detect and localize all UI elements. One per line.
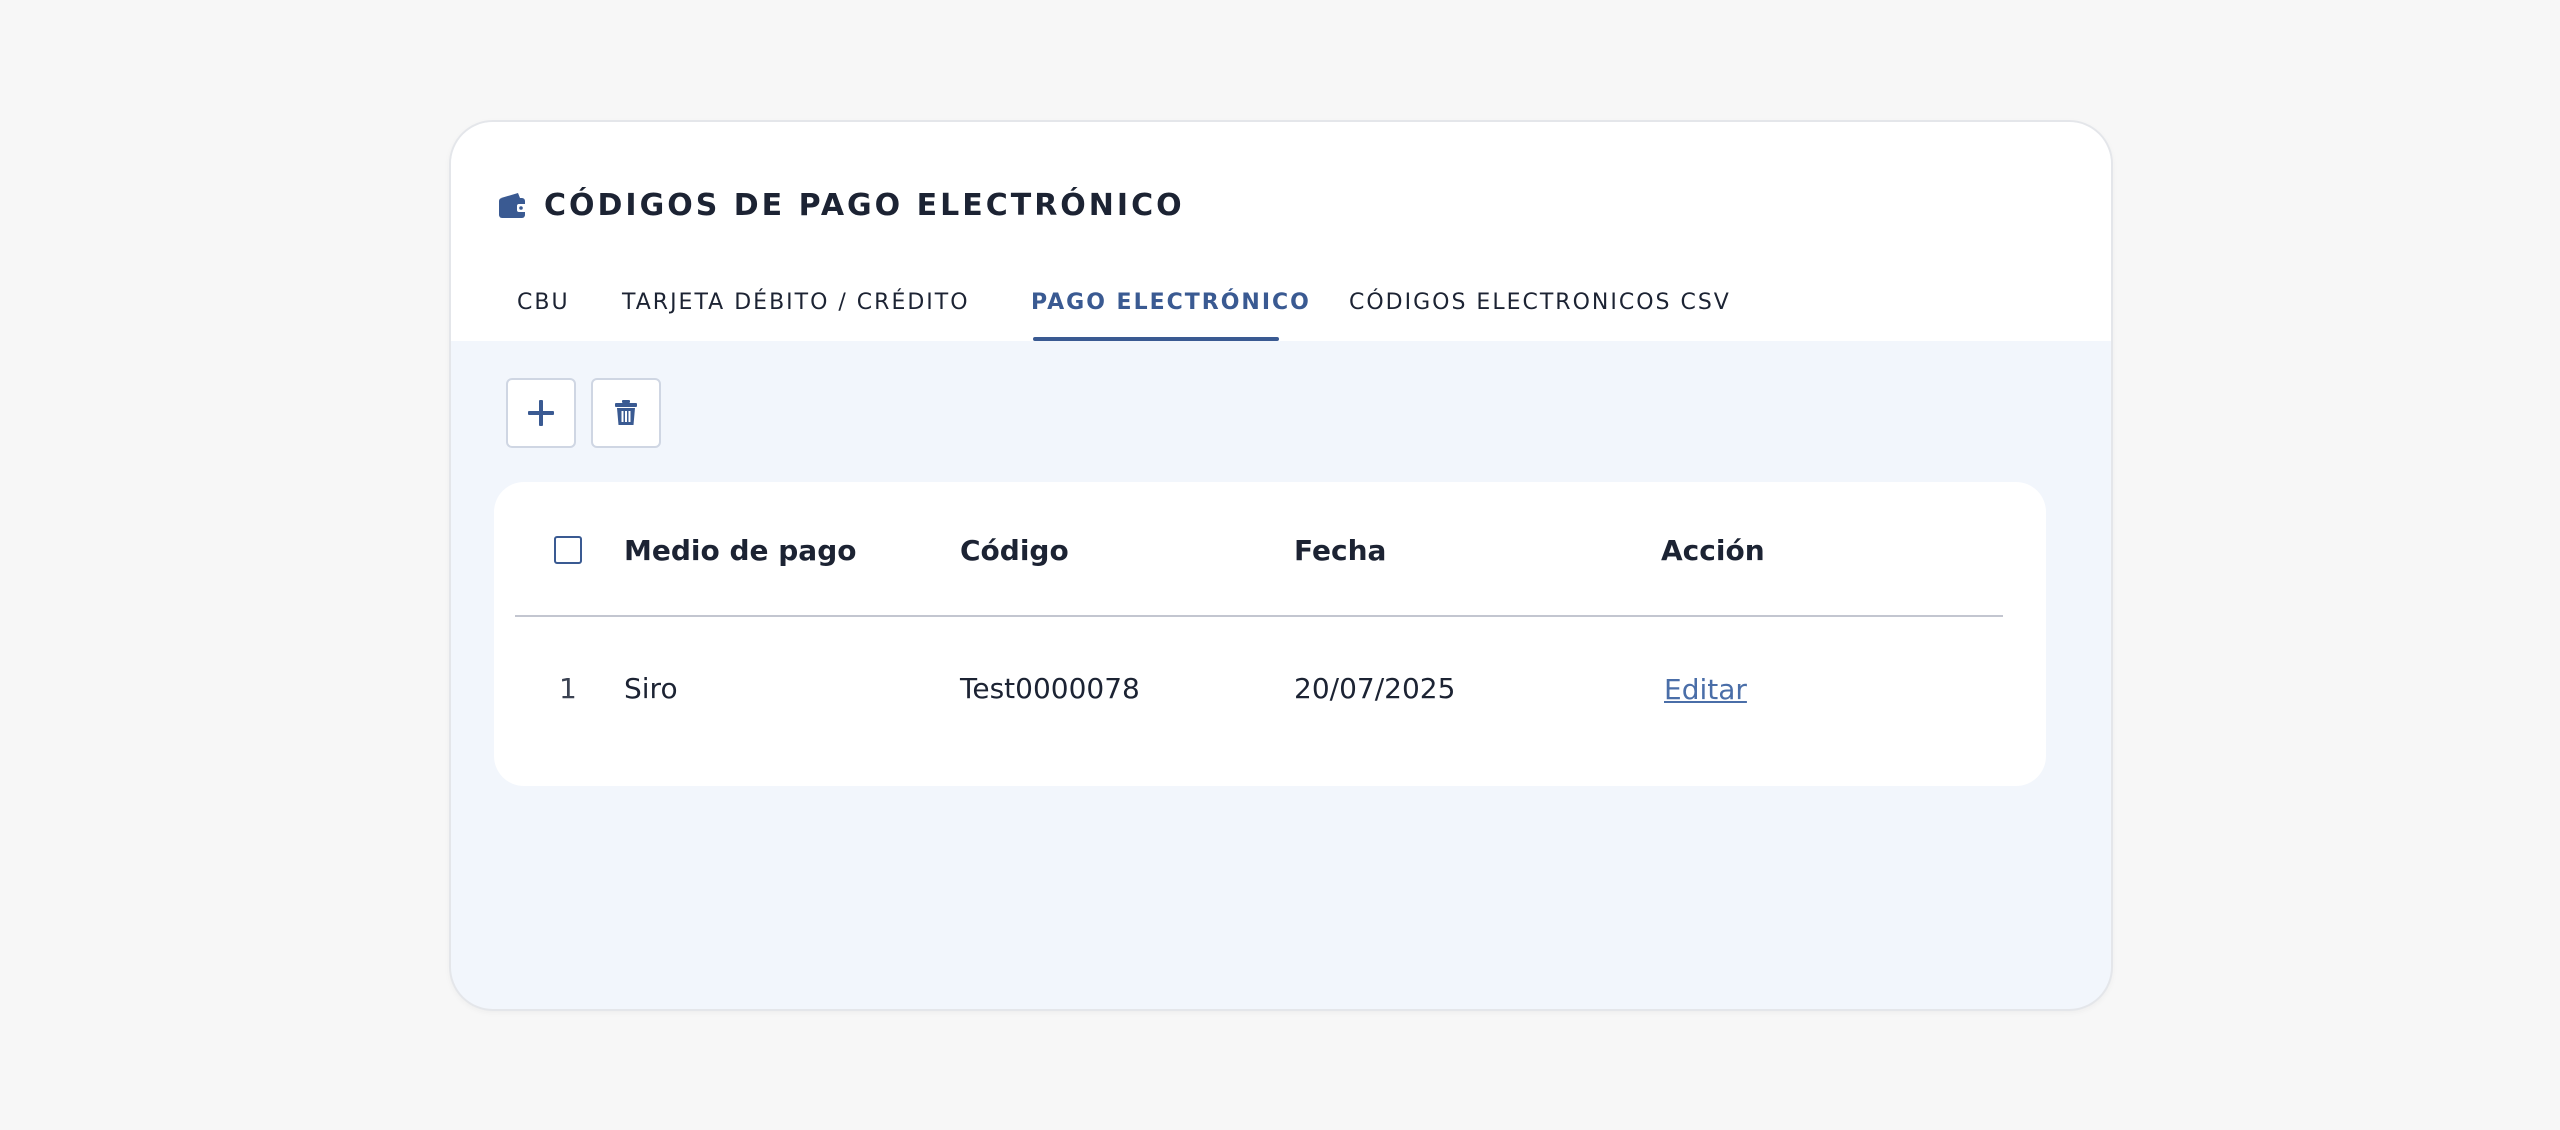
wallet-icon [498, 192, 528, 220]
page-title: CÓDIGOS DE PAGO ELECTRÓNICO [544, 188, 1185, 223]
row-index: 1 [559, 672, 577, 705]
cell-fecha: 20/07/2025 [1294, 672, 1456, 705]
select-all-checkbox[interactable] [554, 536, 582, 564]
tab-codigos-csv[interactable]: CÓDIGOS ELECTRONICOS CSV [1349, 290, 1731, 315]
title-row: CÓDIGOS DE PAGO ELECTRÓNICO [498, 188, 1185, 223]
column-header-fecha[interactable]: Fecha [1294, 534, 1386, 567]
tab-tarjeta[interactable]: TARJETA DÉBITO / CRÉDITO [622, 290, 970, 315]
tab-pago-electronico[interactable]: PAGO ELECTRÓNICO [1031, 290, 1311, 315]
column-header-codigo[interactable]: Código [960, 534, 1069, 567]
delete-button[interactable] [591, 378, 661, 448]
column-header-accion: Acción [1661, 534, 1765, 567]
column-header-medio[interactable]: Medio de pago [624, 534, 856, 567]
card-header: CÓDIGOS DE PAGO ELECTRÓNICO CBU TARJETA … [451, 122, 2111, 341]
header-divider [515, 615, 2003, 617]
active-tab-indicator [1033, 337, 1279, 341]
codes-table: Medio de pago Código Fecha Acción 1 Siro… [494, 482, 2046, 786]
tab-cbu[interactable]: CBU [517, 290, 570, 315]
trash-icon [615, 400, 637, 425]
cell-medio: Siro [624, 672, 678, 705]
cell-codigo: Test0000078 [960, 672, 1140, 705]
plus-icon [528, 400, 554, 426]
add-button[interactable] [506, 378, 576, 448]
payment-codes-card: CÓDIGOS DE PAGO ELECTRÓNICO CBU TARJETA … [449, 120, 2113, 1011]
edit-link[interactable]: Editar [1664, 673, 1747, 706]
